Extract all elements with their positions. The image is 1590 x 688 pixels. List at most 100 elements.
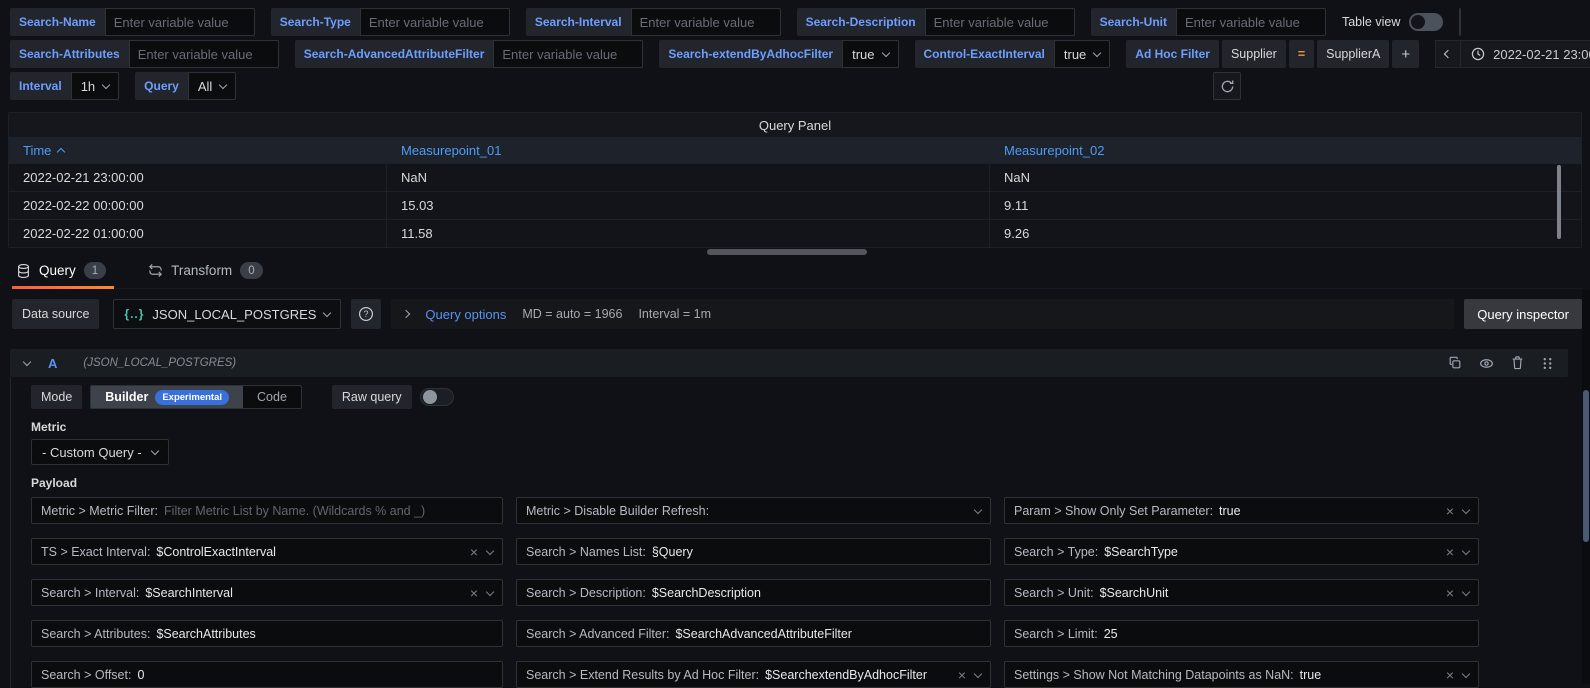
time-range-button[interactable]: 2022-02-21 23:00:00 to 2022-02-23 23:59:…: [1461, 40, 1590, 68]
adhoc-filter-key[interactable]: Supplier: [1222, 40, 1286, 68]
datasource-picker[interactable]: {..} JSON_LOCAL_POSTGRES: [113, 299, 341, 329]
variable-label: Search-AdvancedAttributeFilter: [295, 40, 494, 68]
tab-label: Query: [39, 263, 76, 278]
clear-icon[interactable]: ×: [1446, 504, 1454, 518]
chevron-down-icon: [881, 49, 889, 57]
chevron-down-icon[interactable]: [486, 546, 494, 554]
variable-search-type: Search-Type: [271, 8, 510, 36]
duplicate-query-button[interactable]: [1448, 356, 1462, 370]
query-options-bar[interactable]: Query options MD = auto = 1966 Interval …: [391, 299, 1454, 329]
payload-field-search-interval[interactable]: Search > Interval: $SearchInterval ×: [31, 579, 503, 606]
cell-time: 2022-02-21 23:00:00: [9, 164, 387, 191]
collapse-query-icon[interactable]: [23, 358, 31, 366]
clock-icon: [1471, 47, 1485, 61]
clear-icon[interactable]: ×: [1446, 668, 1454, 682]
variable-input-search-type[interactable]: [360, 8, 510, 36]
payload-field-exact-interval[interactable]: TS > Exact Interval: $ControlExactInterv…: [31, 538, 503, 565]
raw-query-toggle[interactable]: [420, 388, 454, 406]
payload-grid: Metric > Metric Filter: Filter Metric Li…: [31, 497, 1568, 688]
mode-row: Mode Builder Experimental Code Raw query: [31, 385, 1568, 409]
variable-input-search-unit[interactable]: [1176, 8, 1326, 36]
clear-icon[interactable]: ×: [1446, 586, 1454, 600]
variable-input-search-description[interactable]: [925, 8, 1075, 36]
fill-button[interactable]: Fill: [1460, 9, 1461, 35]
metric-select[interactable]: - Custom Query -: [31, 439, 169, 465]
interval-select[interactable]: 1h: [71, 72, 119, 100]
payload-field-search-limit[interactable]: Search > Limit: 25: [1004, 620, 1479, 647]
drag-query-handle[interactable]: [1541, 357, 1554, 370]
chevron-down-icon[interactable]: [974, 505, 982, 513]
code-mode-button[interactable]: Code: [243, 386, 301, 408]
trash-icon: [1511, 356, 1524, 370]
payload-field-metric-filter[interactable]: Metric > Metric Filter: Filter Metric Li…: [31, 497, 503, 524]
table-scrollbar-vertical[interactable]: [1557, 165, 1561, 239]
table-row: 2022-02-21 23:00:00 NaN NaN: [9, 163, 1581, 191]
metric-select-value: - Custom Query -: [42, 445, 142, 460]
clear-icon[interactable]: ×: [470, 545, 478, 559]
chevron-down-icon[interactable]: [1462, 669, 1470, 677]
column-header-time[interactable]: Time: [9, 143, 387, 158]
help-icon: ?: [358, 306, 374, 322]
query-row-header[interactable]: A (JSON_LOCAL_POSTGRES): [10, 349, 1568, 377]
chevron-down-icon[interactable]: [1462, 546, 1470, 554]
metric-section-label: Metric: [31, 420, 1568, 434]
delete-query-button[interactable]: [1511, 356, 1524, 370]
payload-field-disable-builder-refresh[interactable]: Metric > Disable Builder Refresh:: [516, 497, 991, 524]
variable-input-advanced-attribute-filter[interactable]: [493, 40, 643, 68]
chevron-down-icon[interactable]: [486, 587, 494, 595]
clear-icon[interactable]: ×: [470, 586, 478, 600]
cell-measurepoint-01: NaN: [387, 164, 990, 191]
variable-label: Search-Unit: [1091, 8, 1176, 36]
chevron-down-icon[interactable]: [1462, 505, 1470, 513]
variable-input-search-name[interactable]: [105, 8, 255, 36]
time-range-picker: 2022-02-21 23:00:00 to 2022-02-23 23:59:…: [1435, 40, 1590, 68]
clear-icon[interactable]: ×: [958, 668, 966, 682]
variable-control-exact-interval: Control-ExactInterval true: [915, 40, 1111, 68]
payload-field-show-only-set-parameter[interactable]: Param > Show Only Set Parameter: true ×: [1004, 497, 1479, 524]
clear-icon[interactable]: ×: [1446, 545, 1454, 559]
mode-label: Mode: [31, 385, 82, 409]
adhoc-filter-add-button[interactable]: +: [1392, 40, 1419, 68]
table-row: 2022-02-22 01:00:00 11.58 9.26: [9, 219, 1581, 247]
payload-field-search-unit[interactable]: Search > Unit: $SearchUnit ×: [1004, 579, 1479, 606]
cell-measurepoint-02: NaN: [990, 164, 1581, 191]
adhoc-filter-value[interactable]: SupplierA: [1317, 40, 1389, 68]
variable-row-2: Search-Attributes Search-AdvancedAttribu…: [10, 40, 1568, 68]
hide-query-button[interactable]: [1479, 356, 1494, 371]
variable-input-search-interval[interactable]: [631, 8, 781, 36]
variable-search-unit: Search-Unit: [1091, 8, 1326, 36]
payload-field-names-list[interactable]: Search > Names List: §Query: [516, 538, 991, 565]
chevron-down-icon[interactable]: [1462, 587, 1470, 595]
payload-field-search-type[interactable]: Search > Type: $SearchType ×: [1004, 538, 1479, 565]
page-scrollbar-thumb[interactable]: [1583, 390, 1589, 542]
select-value: 1h: [81, 79, 95, 94]
table-view-toggle[interactable]: [1409, 13, 1443, 31]
query-editor-body: Mode Builder Experimental Code Raw query…: [10, 377, 1568, 688]
chevron-right-icon: [402, 310, 410, 318]
adhoc-filter-operator[interactable]: =: [1289, 40, 1314, 68]
time-shift-back-button[interactable]: [1435, 40, 1461, 68]
query-select[interactable]: All: [188, 72, 236, 100]
fill-actual-radio-group: Fill Actual: [1459, 8, 1461, 36]
chevron-down-icon[interactable]: [974, 669, 982, 677]
tab-query[interactable]: Query 1: [12, 262, 114, 288]
query-editor: A (JSON_LOCAL_POSTGRES) Mode Builder Exp…: [10, 349, 1568, 688]
table-scrollbar-horizontal[interactable]: [707, 249, 867, 255]
query-inspector-button[interactable]: Query inspector: [1464, 299, 1582, 329]
payload-field-advanced-filter[interactable]: Search > Advanced Filter: $SearchAdvance…: [516, 620, 991, 647]
extend-by-adhoc-filter-select[interactable]: true: [842, 40, 898, 68]
payload-field-search-description[interactable]: Search > Description: $SearchDescription: [516, 579, 991, 606]
column-header-measurepoint-02[interactable]: Measurepoint_02: [990, 143, 1581, 158]
variable-input-search-attributes[interactable]: [129, 40, 279, 68]
tab-transform[interactable]: Transform 0: [144, 262, 270, 288]
variable-row-3: Interval 1h Query All: [10, 72, 1568, 100]
column-header-measurepoint-01[interactable]: Measurepoint_01: [387, 143, 990, 158]
mode-radio-group: Builder Experimental Code: [90, 385, 302, 409]
payload-field-search-attributes[interactable]: Search > Attributes: $SearchAttributes: [31, 620, 503, 647]
datasource-help-button[interactable]: ?: [351, 299, 381, 329]
page-scrollbar-track: [1582, 290, 1590, 684]
refresh-button[interactable]: [1213, 72, 1241, 100]
control-exact-interval-select[interactable]: true: [1054, 40, 1110, 68]
builder-mode-button[interactable]: Builder Experimental: [91, 386, 243, 408]
query-ref-id: A: [48, 356, 57, 371]
